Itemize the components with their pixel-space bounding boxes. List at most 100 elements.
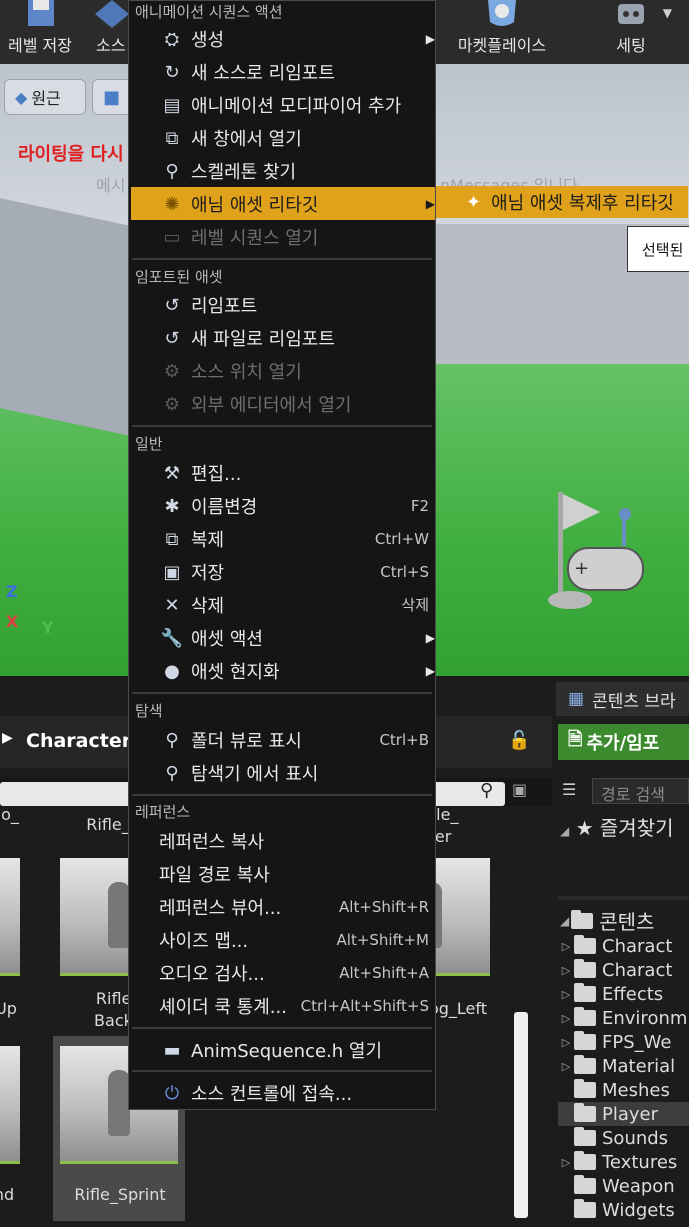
- menu-item-size-map[interactable]: 사이즈 맵... Alt+Shift+M: [131, 923, 435, 956]
- folder-item[interactable]: Player: [558, 1102, 689, 1126]
- source-button[interactable]: 소스: [92, 0, 132, 64]
- marketplace-button[interactable]: 마켓플레이스: [440, 0, 564, 64]
- axis-y-label: Y: [42, 618, 54, 637]
- asset-scrollbar[interactable]: [514, 1012, 528, 1218]
- explorer-icon: ⚲: [165, 762, 179, 784]
- folder-item[interactable]: ▷ FPS_We: [558, 1030, 689, 1054]
- menu-item-create[interactable]: ⛭ 생성 ▶: [131, 22, 435, 55]
- settings-button[interactable]: ▼ 세팅: [588, 0, 674, 64]
- message-text-left: 메시: [96, 176, 126, 195]
- menu-separator: [132, 1070, 432, 1072]
- menu-item-audit-assets[interactable]: 오디오 검사... Alt+Shift+A: [131, 956, 435, 989]
- path-search-input[interactable]: 경로 검색: [592, 778, 689, 804]
- menu-item-asset-actions[interactable]: 🔧 애셋 액션 ▶: [131, 621, 435, 654]
- folder-label: Player: [602, 1103, 659, 1125]
- expand-arrow-icon[interactable]: ▷: [558, 1012, 574, 1025]
- tab-content-browser[interactable]: ▦ 콘텐츠 브라: [556, 682, 689, 716]
- folder-item[interactable]: ▷ Environm: [558, 1006, 689, 1030]
- folder-item[interactable]: ▷ Material: [558, 1054, 689, 1078]
- create-icon: ⛭: [164, 28, 180, 50]
- expand-arrow-icon[interactable]: ▷: [558, 1036, 574, 1049]
- collapse-arrow-icon: ◢: [560, 824, 570, 838]
- menu-item-retarget-anim[interactable]: ✺ 애님 애셋 리타깃 ▶: [131, 187, 435, 220]
- expand-arrow-icon[interactable]: ▷: [558, 1156, 574, 1169]
- menu-separator: [132, 1027, 432, 1029]
- section-header-explore: 탐색: [135, 702, 163, 720]
- section-header-general: 일반: [135, 435, 163, 453]
- tree-splitter[interactable]: [558, 896, 689, 900]
- menu-item-show-folder-view[interactable]: ⚲ 폴더 뷰로 표시 Ctrl+B: [131, 723, 435, 756]
- retarget-submenu-item[interactable]: ✦ 애님 애셋 복제후 리타깃: [436, 186, 688, 218]
- menu-item-delete[interactable]: ✕ 삭제 삭제: [131, 588, 435, 621]
- section-header-imported: 임포트된 애셋: [135, 268, 223, 286]
- menu-item-copy-reference[interactable]: 레퍼런스 복사: [131, 824, 435, 857]
- folder-item[interactable]: Weapon: [558, 1174, 689, 1198]
- save-search-icon[interactable]: ▣: [512, 780, 527, 799]
- reimport-file-icon: ↺: [164, 327, 180, 349]
- path-view-icon[interactable]: ☰: [562, 780, 576, 799]
- folder-item[interactable]: ▷ Charact: [558, 934, 689, 958]
- favorites-header[interactable]: ◢ ★ 즐겨찾기: [560, 812, 674, 841]
- perspective-icon: ◆: [15, 87, 28, 107]
- expand-arrow-icon[interactable]: ▷: [558, 964, 574, 977]
- menu-item-open-header-file[interactable]: ▬ AnimSequence.h 열기: [131, 1033, 435, 1066]
- menu-item-reimport-new-file[interactable]: ↺ 새 파일로 리임포트: [131, 321, 435, 354]
- folder-icon: [574, 1079, 596, 1098]
- selected-tooltip: 선택된: [627, 226, 689, 272]
- menu-item-open-source-location[interactable]: ⚙ 소스 위치 열기: [131, 354, 435, 387]
- menu-item-find-skeleton[interactable]: ⚲ 스켈레톤 찾기: [131, 154, 435, 187]
- folder-item[interactable]: Meshes: [558, 1078, 689, 1102]
- folder-item[interactable]: Sounds: [558, 1126, 689, 1150]
- menu-item-rename[interactable]: ✱ 이름변경 F2: [131, 489, 435, 522]
- lock-icon[interactable]: 🔓: [508, 730, 530, 751]
- folder-item[interactable]: ▷ Textures: [558, 1150, 689, 1174]
- view-mode-button[interactable]: ■: [92, 79, 132, 115]
- menu-item-copy-file-path[interactable]: 파일 경로 복사: [131, 857, 435, 890]
- save-level-button[interactable]: 레벨 저장: [0, 0, 80, 64]
- perspective-button[interactable]: ◆ 원근: [4, 79, 86, 115]
- folder-icon: [574, 1175, 596, 1194]
- menu-item-reference-viewer[interactable]: 레퍼런스 뷰어... Alt+Shift+R: [131, 890, 435, 923]
- menu-item-shader-cook-stats[interactable]: 셰이더 쿡 통계... Ctrl+Alt+Shift+S: [131, 989, 435, 1022]
- delete-icon: ✕: [164, 594, 180, 616]
- breadcrumb-character[interactable]: Character: [26, 730, 131, 752]
- source-icon: [95, 0, 129, 28]
- menu-item-reimport[interactable]: ↺ 리임포트: [131, 288, 435, 321]
- menu-item-show-in-explorer[interactable]: ⚲ 탐색기 에서 표시: [131, 756, 435, 789]
- folder-label: Weapon: [602, 1175, 675, 1197]
- asset-label-rifle-sprint: Rifle_Sprint: [74, 1185, 166, 1204]
- folder-label: Environm: [602, 1007, 688, 1029]
- content-root-label: 콘텐츠: [599, 910, 655, 934]
- source-label: 소스: [96, 36, 126, 55]
- menu-item-open-new-window[interactable]: ⧉ 새 창에서 열기: [131, 121, 435, 154]
- save-icon: [28, 0, 54, 26]
- menu-separator: [132, 692, 432, 694]
- settings-dropdown-icon[interactable]: ▼: [663, 6, 672, 20]
- folder-item[interactable]: ▷ Effects: [558, 982, 689, 1006]
- menu-item-reimport-new-source[interactable]: ↻ 새 소스로 리임포트: [131, 55, 435, 88]
- menu-item-add-modifier[interactable]: ▤ 애니메이션 모디파이어 추가: [131, 88, 435, 121]
- submenu-arrow-icon: ▶: [425, 31, 435, 46]
- expand-arrow-icon[interactable]: ▷: [558, 940, 574, 953]
- menu-item-open-level-sequence[interactable]: ▭ 레벨 시퀀스 열기: [131, 220, 435, 253]
- menu-item-source-control[interactable]: ⏻ 소스 컨트롤에 접속...: [131, 1076, 435, 1109]
- folder-item[interactable]: ▷ Charact: [558, 958, 689, 982]
- menu-item-save[interactable]: ▣ 저장 Ctrl+S: [131, 555, 435, 588]
- folder-icon: [574, 1007, 596, 1026]
- favorites-label: 즐겨찾기: [599, 816, 674, 840]
- add-import-button[interactable]: 🗎 추가/임포: [558, 724, 689, 760]
- expand-arrow-icon[interactable]: ▷: [558, 1060, 574, 1073]
- expand-arrow-icon[interactable]: ▷: [558, 988, 574, 1001]
- content-browser-panel: ▦ 콘텐츠 브라 🗎 추가/임포 ☰ 경로 검색 ◢ ★ 즐겨찾기 ◢ 콘텐츠 …: [552, 676, 689, 1227]
- code-file-icon: ▬: [163, 1039, 181, 1061]
- content-browser-icon: ▦: [568, 689, 585, 709]
- folder-item[interactable]: Widgets: [558, 1198, 689, 1222]
- menu-item-duplicate[interactable]: ⧉ 복제 Ctrl+W: [131, 522, 435, 555]
- content-root-folder[interactable]: ◢ 콘텐츠: [560, 906, 654, 935]
- star-icon: ★: [575, 816, 594, 840]
- folder-icon: [574, 1151, 596, 1170]
- menu-item-asset-localization[interactable]: ● 애셋 현지화 ▶: [131, 654, 435, 687]
- menu-item-open-external-editor[interactable]: ⚙ 외부 에디터에서 열기: [131, 387, 435, 420]
- search-icon[interactable]: ⚲: [480, 780, 493, 801]
- menu-item-edit[interactable]: ⚒ 편집...: [131, 456, 435, 489]
